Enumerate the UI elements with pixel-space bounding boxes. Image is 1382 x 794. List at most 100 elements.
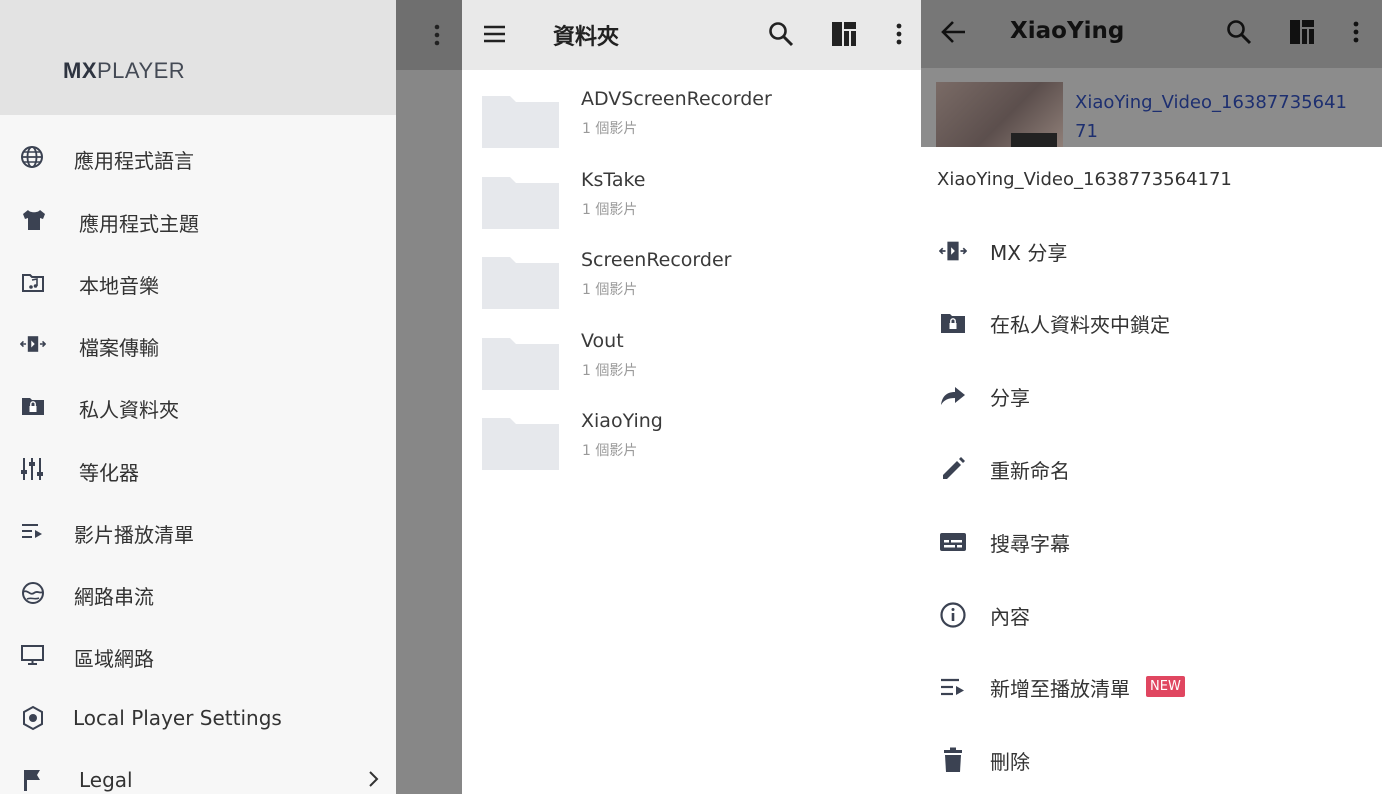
trash-icon (944, 747, 962, 772)
folder-row[interactable]: KsTake 1 個影片 (462, 161, 921, 241)
drawer-item-label: 區域網路 (74, 647, 154, 671)
folder-name: ScreenRecorder (581, 249, 732, 271)
drawer-item-file-transfer[interactable]: 檔案傳輸 (0, 317, 396, 373)
drawer-item-local-music[interactable]: 本地音樂 (0, 255, 396, 311)
duration-label (1011, 133, 1057, 147)
monitor-icon (21, 645, 44, 665)
search-icon[interactable] (767, 20, 795, 48)
option-label: 內容 (990, 605, 1030, 629)
mx-player-logo: MXPLAYER (63, 58, 186, 83)
drawer-item-legal[interactable]: Legal (0, 753, 396, 794)
folder-row[interactable]: ADVScreenRecorder 1 個影片 (462, 80, 921, 160)
drawer-item-label: 本地音樂 (79, 274, 159, 298)
folder-name: XiaoYing (581, 410, 663, 432)
drawer-item-app-language[interactable]: 應用程式語言 (0, 130, 396, 186)
page-title: XiaoYing (1010, 18, 1125, 44)
drawer-item-local-player-settings[interactable]: Local Player Settings (0, 691, 396, 747)
drawer-item-label: Local Player Settings (73, 706, 282, 730)
share-icon (941, 387, 965, 405)
drawer-item-label: Legal (79, 768, 133, 792)
folder-row[interactable]: XiaoYing 1 個影片 (462, 402, 921, 482)
rename-option[interactable]: 重新命名 (921, 441, 1382, 497)
subtitles-icon (940, 533, 966, 551)
video-count: 1 個影片 (582, 443, 638, 459)
more-vert-icon (434, 24, 440, 46)
video-count: 1 個影片 (582, 282, 638, 298)
drawer-item-private-folder[interactable]: 私人資料夾 (0, 379, 396, 435)
settings-icon (23, 705, 43, 731)
drawer-item-video-playlist[interactable]: 影片播放清單 (0, 504, 396, 560)
pencil-icon (943, 457, 965, 479)
view-layout-icon[interactable] (830, 20, 858, 48)
view-layout-icon[interactable] (1288, 18, 1316, 46)
playlist-add-icon (941, 678, 964, 696)
drawer-item-label: 影片播放清單 (74, 523, 194, 547)
drawer-item-network-stream[interactable]: 網路串流 (0, 566, 396, 622)
private-folder-icon (22, 398, 44, 415)
more-vert-icon[interactable] (1342, 18, 1370, 46)
mx-share-option[interactable]: MX 分享 (921, 223, 1382, 279)
menu-icon[interactable] (481, 21, 509, 49)
drawer-item-local-network[interactable]: 區域網路 (0, 628, 396, 684)
folder-row[interactable]: Vout 1 個影片 (462, 322, 921, 402)
tshirt-icon (23, 210, 45, 230)
drawer-item-label: 檔案傳輸 (79, 336, 159, 360)
drawer-item-app-theme[interactable]: 應用程式主題 (0, 193, 396, 249)
drawer-item-label: 私人資料夾 (79, 398, 179, 422)
equalizer-icon (21, 458, 43, 480)
network-stream-icon (22, 582, 44, 604)
share-option[interactable]: 分享 (921, 368, 1382, 424)
drawer-item-equalizer[interactable]: 等化器 (0, 442, 396, 498)
drawer-item-label: 等化器 (79, 461, 139, 485)
info-icon (940, 602, 966, 628)
properties-option[interactable]: 內容 (921, 587, 1382, 643)
drawer-screen: MXPLAYER 應用程式語言 應用程式主題 本地音樂 檔案傳輸 私人資料夾 等… (0, 0, 462, 794)
lock-folder-icon (941, 314, 965, 333)
playlist-icon (22, 524, 42, 538)
option-label: 搜尋字幕 (990, 532, 1070, 556)
option-label: 新增至播放清單 (990, 677, 1130, 701)
search-subtitles-option[interactable]: 搜尋字幕 (921, 514, 1382, 570)
option-label: 刪除 (990, 750, 1030, 774)
search-icon[interactable] (1225, 18, 1253, 46)
folder-icon (482, 418, 559, 470)
lock-in-private-folder-option[interactable]: 在私人資料夾中鎖定 (921, 295, 1382, 351)
folder-name: Vout (581, 330, 624, 352)
video-title-link[interactable]: XiaoYing_Video_1638773564171 (1075, 88, 1355, 146)
video-count: 1 個影片 (582, 363, 638, 379)
folder-appbar: XiaoYing (921, 0, 1382, 68)
dimmed-appbar (396, 0, 462, 70)
sheet-title: XiaoYing_Video_1638773564171 (937, 169, 1232, 190)
more-vert-icon[interactable] (885, 20, 913, 48)
globe-icon (21, 146, 43, 168)
folder-icon (482, 177, 559, 229)
folder-name: KsTake (581, 169, 646, 191)
music-folder-icon (22, 274, 44, 292)
folders-appbar: 資料夾 (462, 0, 921, 70)
folder-row[interactable]: ScreenRecorder 1 個影片 (462, 241, 921, 321)
add-to-playlist-option[interactable]: 新增至播放清單 NEW (921, 659, 1382, 715)
video-thumbnail[interactable] (936, 82, 1063, 147)
option-label: MX 分享 (990, 241, 1068, 265)
folder-icon (482, 257, 559, 309)
mx-share-icon (939, 241, 967, 261)
option-label: 分享 (990, 386, 1030, 410)
folder-name: ADVScreenRecorder (581, 88, 772, 110)
video-count: 1 個影片 (582, 202, 638, 218)
drawer-item-label: 應用程式語言 (74, 149, 194, 173)
dimmed-video-list: XiaoYing XiaoYing_Video_1638773564171 (921, 0, 1382, 147)
new-badge: NEW (1146, 676, 1185, 697)
option-label: 在私人資料夾中鎖定 (990, 313, 1170, 337)
back-arrow-icon[interactable] (940, 18, 968, 46)
navigation-drawer: MXPLAYER 應用程式語言 應用程式主題 本地音樂 檔案傳輸 私人資料夾 等… (0, 0, 396, 794)
options-bottom-sheet: XiaoYing_Video_1638773564171 MX 分享 在私人資料… (921, 147, 1382, 794)
chevron-right-icon (369, 771, 379, 787)
delete-option[interactable]: 刪除 (921, 732, 1382, 788)
folder-icon (482, 96, 559, 148)
page-title: 資料夾 (553, 25, 620, 50)
drawer-item-label: 應用程式主題 (79, 212, 199, 236)
folder-icon (482, 338, 559, 390)
video-options-screen: XiaoYing XiaoYing_Video_1638773564171 Xi… (921, 0, 1382, 794)
drawer-item-label: 網路串流 (74, 585, 154, 609)
video-count: 1 個影片 (582, 121, 638, 137)
